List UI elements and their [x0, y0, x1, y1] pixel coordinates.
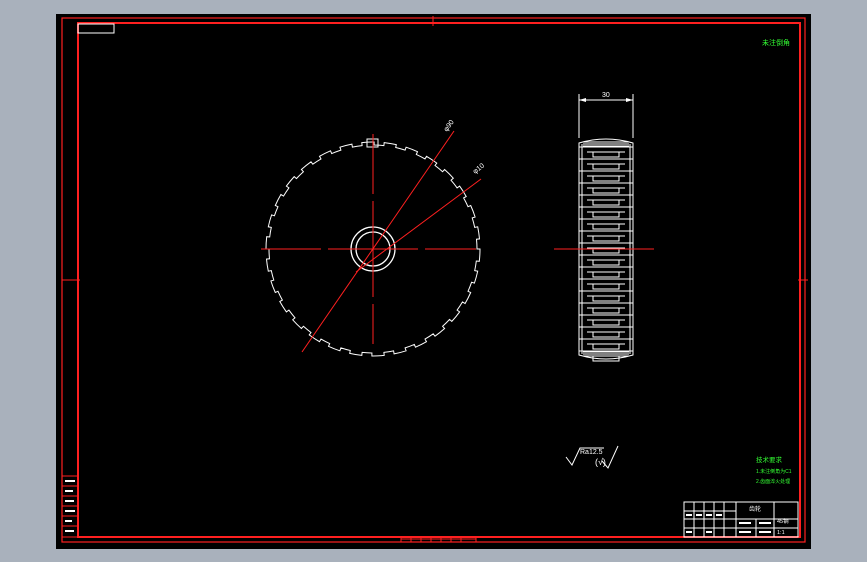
side-view-line — [592, 175, 620, 182]
dim-arrow-left — [579, 98, 586, 102]
side-view-line — [592, 259, 620, 266]
dim-inner-dia: φ10 — [472, 162, 486, 175]
dim-arrow-right — [626, 98, 633, 102]
side-view-line — [592, 331, 620, 338]
side-view-line — [592, 223, 620, 230]
side-view-line — [592, 283, 620, 290]
title-block-material: 45钢 — [777, 517, 789, 525]
side-view-line — [592, 271, 620, 278]
outer-frame — [61, 17, 806, 543]
roughness-other: (√) — [595, 457, 606, 467]
side-view-line — [592, 307, 620, 314]
dim-leader-inner — [355, 178, 482, 273]
side-view-line — [592, 163, 620, 170]
side-view-line — [592, 211, 620, 218]
dim-leader-outer — [301, 130, 455, 353]
side-view-line — [592, 151, 620, 158]
side-view-line — [592, 343, 620, 350]
cad-viewport[interactable]: 未注倒角 φ90 φ10 30 Ra12.5 (√) 技术要求 1.未注倒角为C… — [56, 14, 811, 549]
gear-side-view[interactable]: 30 — [554, 92, 654, 362]
inner-frame — [77, 22, 801, 538]
side-view-line — [592, 319, 620, 326]
tech-req-line2: 2.齿面淬火处理 — [756, 478, 790, 485]
title-block-small-text — [686, 514, 771, 533]
side-view-line — [592, 295, 620, 302]
side-view-body — [578, 138, 634, 362]
roughness-value: Ra12.5 — [580, 449, 603, 456]
gear-front-view[interactable]: φ90 φ10 — [261, 119, 486, 357]
front-centerlines — [261, 134, 476, 344]
drawing-number-box — [77, 23, 115, 34]
tech-req-line1: 1.未注倒角为C1 — [756, 468, 792, 475]
title-block-name: 齿轮 — [749, 505, 761, 513]
tech-req-title: 技术要求 — [756, 455, 783, 464]
title-block-scale: 1:1 — [777, 530, 785, 536]
dim-width-label: 30 — [602, 92, 610, 99]
side-view-line — [592, 187, 620, 194]
revision-table — [61, 475, 79, 538]
top-right-note: 未注倒角 — [762, 38, 790, 47]
side-view-line — [592, 199, 620, 206]
side-view-line — [592, 235, 620, 242]
dim-width-lines — [578, 94, 634, 138]
drawing-canvas: 未注倒角 φ90 φ10 30 Ra12.5 (√) 技术要求 1.未注倒角为C… — [61, 16, 808, 543]
